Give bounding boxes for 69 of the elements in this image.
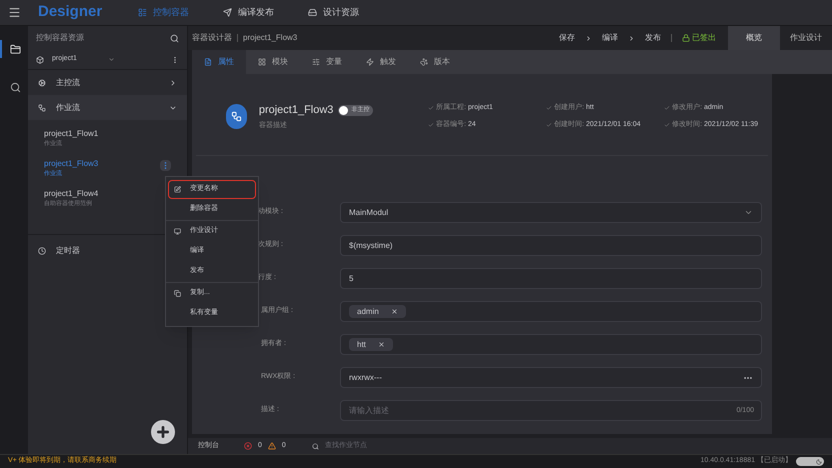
toolbar-action[interactable]: 编译 [602,32,618,44]
group-header[interactable]: 主控流 [28,70,187,95]
workflow-icon [38,104,46,112]
grid-icon [258,58,266,66]
breadcrumb-item: project1_Flow3 [243,32,298,44]
paper-plane-icon [223,8,232,17]
workflow-icon [230,111,242,122]
theme-toggle[interactable] [796,457,824,466]
chevron-down-icon [744,208,753,217]
check-icon [428,122,434,128]
flow-title: project1_Flow3 [258,103,334,118]
nav-tab[interactable]: 编译发布 [223,6,274,20]
tab[interactable]: 触发 [354,50,408,74]
add-button[interactable] [151,420,175,444]
app-logo: Designer [38,2,104,22]
sidebar-title: 控制容器资源 [36,32,84,44]
sliders-icon [312,58,320,66]
chevron-down-icon [108,56,115,63]
tag-field[interactable]: admin [340,301,762,322]
warning-icon [268,442,276,450]
lock-icon [682,34,690,42]
check-icon [664,122,670,128]
tag: admin [349,305,406,318]
edit-icon [174,186,181,193]
chevron-right-icon [628,34,635,42]
tab[interactable]: 版本 [408,50,462,74]
input-field[interactable]: rwxrwx--- [340,367,762,388]
cube-icon [36,56,44,64]
search-icon [312,442,319,450]
remove-icon[interactable] [390,308,398,315]
toolbar-action[interactable]: 发布 [645,32,661,44]
menu-icon[interactable] [8,6,20,19]
nav-tab[interactable]: 设计资源 [308,6,359,20]
breadcrumb-item[interactable]: 容器设计器 [192,32,232,44]
search-icon[interactable] [170,34,179,42]
more-icon[interactable] [160,160,171,171]
drive-icon [308,8,317,17]
group-header[interactable]: 作业流 [28,95,187,120]
check-icon [546,105,552,112]
list-icon [138,8,147,17]
monitor-icon [174,228,181,235]
timer-item[interactable]: 定时器 [28,239,187,263]
remove-icon[interactable] [378,341,385,348]
check-icon [428,105,434,112]
document-icon [204,58,212,66]
moon-icon [816,458,822,464]
clock-icon [38,247,46,255]
tab[interactable]: 变量 [300,50,354,74]
check-icon [546,122,552,128]
view-tab[interactable]: 概览 [728,26,780,50]
toolbar-action[interactable]: 保存 [559,32,575,44]
input-field[interactable]: $(msystime) [340,235,762,256]
tag-field[interactable]: htt [340,334,762,355]
lightning-icon [366,58,374,66]
error-icon [244,442,252,450]
lock-status: 已签出 [682,32,716,44]
tab[interactable]: 属性 [192,50,246,74]
chevron-right-icon [169,78,177,86]
tag: htt [349,338,393,351]
tab[interactable]: 模块 [246,50,300,74]
input-field[interactable]: 5 [340,268,762,289]
chevron-right-icon [585,34,592,42]
plus-icon [155,424,171,440]
gear-icon [38,78,46,86]
check-icon [664,105,670,112]
paw-icon [420,58,428,66]
view-tab[interactable]: 作业设计 [780,26,832,50]
copy-icon [174,290,181,297]
select-field[interactable]: MainModul [340,202,762,223]
